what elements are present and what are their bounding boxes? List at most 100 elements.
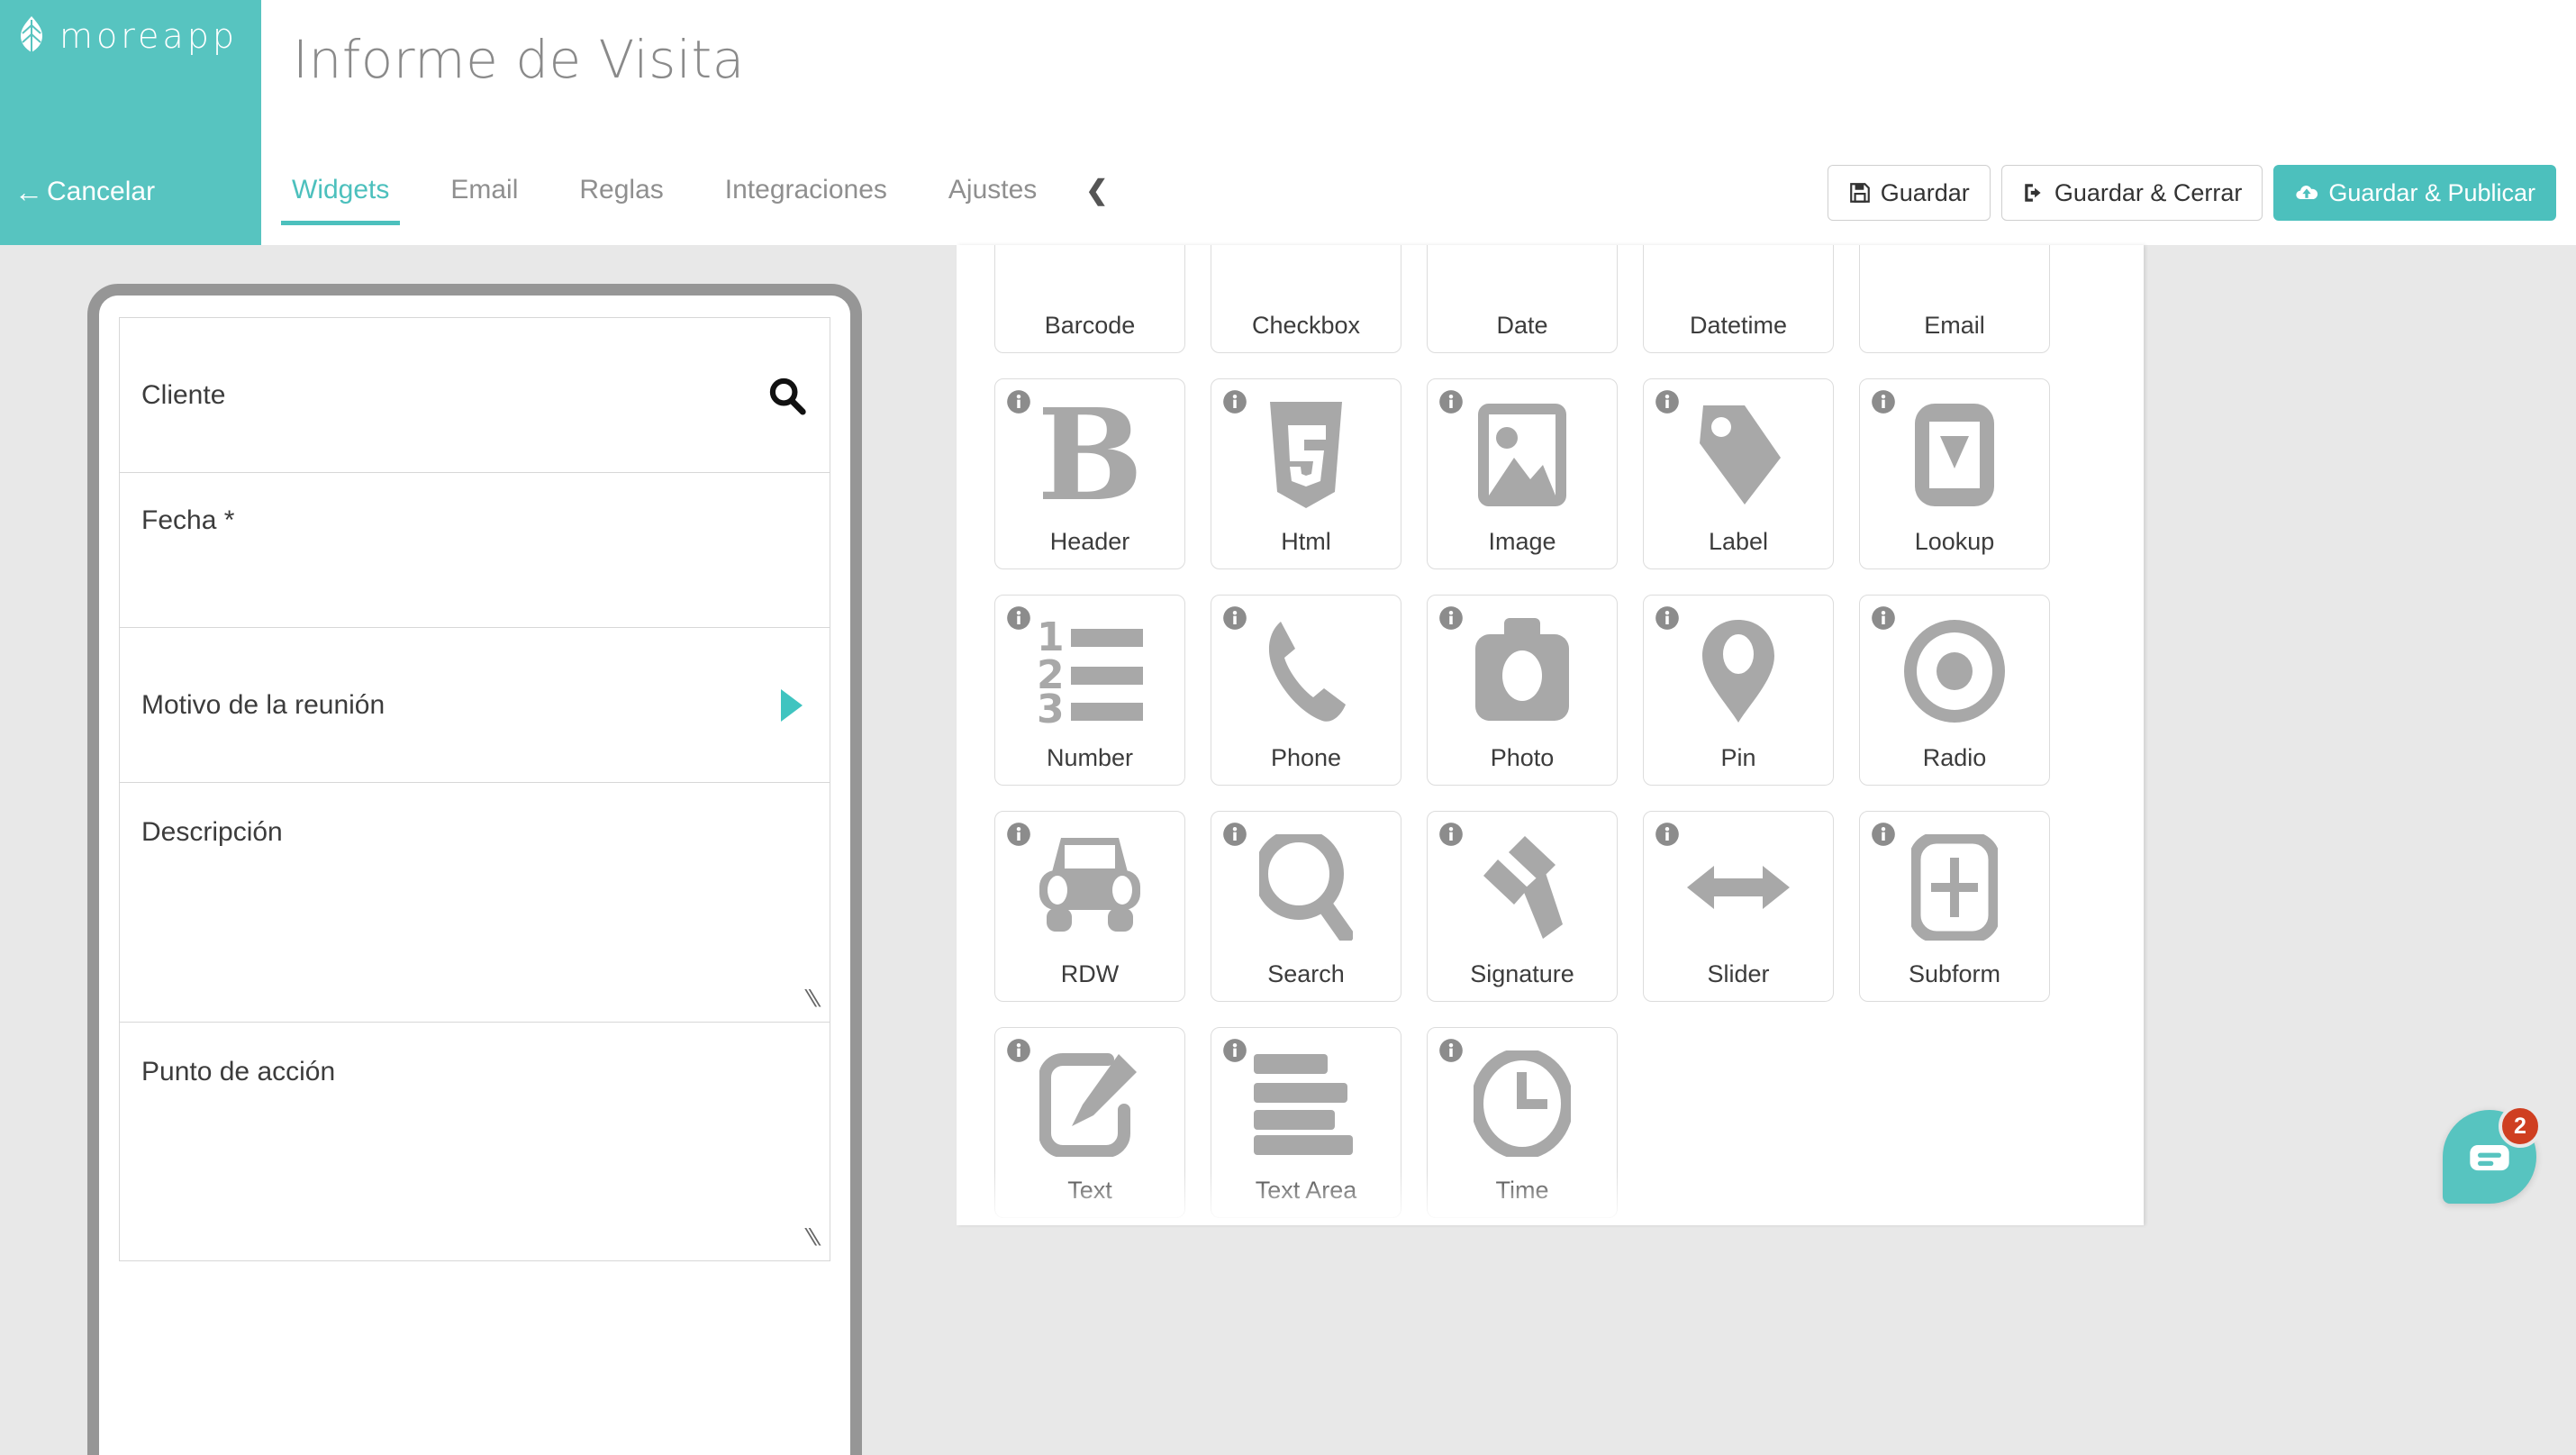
widget-card-image[interactable]: Image [1427,378,1618,569]
widget-card-photo[interactable]: Photo [1427,595,1618,786]
info-circle-icon[interactable] [1222,822,1247,847]
preview-field-descripcion[interactable]: Descripción ⁄⁄ [119,782,830,1022]
preview-field-fecha[interactable]: Fecha * [119,472,830,627]
widget-label: Email [1924,312,1985,339]
page-title: Informe de Visita [293,29,745,90]
field-label: Punto de acción [141,1057,336,1087]
info-circle-icon[interactable] [1006,605,1031,631]
info-circle-icon[interactable] [1438,1038,1464,1063]
widget-card-date[interactable]: Date [1427,245,1618,353]
save-and-close-button[interactable]: Guardar & Cerrar [2000,165,2263,221]
tab-integraciones[interactable]: Integraciones [694,162,918,225]
cloud-upload-icon [2296,186,2318,199]
info-circle-icon[interactable] [1871,389,1896,414]
field-label: Motivo de la reunión [141,689,385,720]
widget-card-pin[interactable]: Pin [1643,595,1834,786]
widget-label: Subform [1908,960,2001,987]
save-button[interactable]: Guardar [1827,165,1991,221]
info-circle-icon[interactable] [1006,822,1031,847]
info-circle-icon[interactable] [1222,389,1247,414]
svg-text:3: 3 [1037,687,1065,724]
widget-card-email[interactable]: Email [1859,245,2050,353]
widget-label: Image [1488,528,1556,555]
info-circle-icon[interactable] [1438,822,1464,847]
info-circle-icon[interactable] [1222,1038,1247,1063]
tab-reglas[interactable]: Reglas [549,162,694,225]
chat-launcher-button[interactable]: 2 [2443,1105,2542,1204]
widget-card-label[interactable]: Label [1643,378,1834,569]
widget-card-rdw[interactable]: RDW [994,811,1185,1002]
resize-grip-icon[interactable]: ⁄⁄ [809,986,817,1013]
widget-card-barcode[interactable]: Barcode [994,245,1185,353]
widget-card-checkbox[interactable]: Checkbox [1211,245,1401,353]
widget-label: Radio [1922,744,1987,771]
save-button-label: Guardar [1880,178,1970,206]
info-circle-icon[interactable] [1222,605,1247,631]
widget-card-header[interactable]: B Header [994,378,1185,569]
widget-label: Barcode [1044,312,1136,339]
widget-label: Number [1046,744,1134,771]
info-circle-icon[interactable] [1438,389,1464,414]
info-circle-icon[interactable] [1006,389,1031,414]
widget-card-datetime[interactable]: Datetime [1643,245,1834,353]
widget-label: Signature [1470,960,1574,987]
widget-palette-panel: Barcode Checkbox Date Datetime Email B H… [957,245,2144,1225]
form-preview-phone: Cliente Fecha * Motivo de la reunión Des… [87,284,862,1455]
leaf-icon [21,16,42,56]
info-circle-icon[interactable] [1655,389,1680,414]
preview-field-cliente[interactable]: Cliente [119,317,830,472]
tab-ajustes[interactable]: Ajustes [918,162,1067,225]
preview-field-motivo[interactable]: Motivo de la reunión [119,627,830,782]
widget-card-slider[interactable]: Slider [1643,811,1834,1002]
widget-card-time[interactable]: Time [1427,1027,1618,1218]
save-and-publish-label: Guardar & Publicar [2328,178,2535,206]
resize-grip-icon[interactable]: ⁄⁄ [809,1224,817,1251]
widget-label: Html [1281,528,1331,555]
widget-grid: Barcode Checkbox Date Datetime Email B H… [957,245,2144,1218]
tab-email[interactable]: Email [420,162,549,225]
brand-logo: moreapp [16,16,238,56]
widget-card-number[interactable]: 1 2 3 Number [994,595,1185,786]
search-icon[interactable] [766,375,808,416]
widget-card-phone[interactable]: Phone [1211,595,1401,786]
save-and-publish-button[interactable]: Guardar & Publicar [2273,165,2556,221]
svg-text:B: B [1043,402,1137,508]
widget-card-subform[interactable]: Subform [1859,811,2050,1002]
info-circle-icon[interactable] [1655,822,1680,847]
widget-card-html[interactable]: Html [1211,378,1401,569]
widget-label: Phone [1270,744,1342,771]
preview-field-punto-de-accion[interactable]: Punto de acción ⁄⁄ [119,1022,830,1261]
widget-label: Date [1496,312,1548,339]
info-circle-icon[interactable] [1871,605,1896,631]
widget-card-search[interactable]: Search [1211,811,1401,1002]
brand-panel: moreapp ← Cancelar [0,0,261,245]
field-label: Descripción [141,817,283,847]
sign-out-icon [2025,184,2041,202]
widget-label: Photo [1490,744,1555,771]
tab-widgets[interactable]: Widgets [261,162,420,225]
play-triangle-icon[interactable] [776,687,808,724]
widget-label: RDW [1060,960,1120,987]
widget-card-signature[interactable]: Signature [1427,811,1618,1002]
cancel-button[interactable]: ← Cancelar [14,177,155,207]
widget-card-radio[interactable]: Radio [1859,595,2050,786]
widget-label: Lookup [1914,528,1995,555]
field-label: Fecha * [141,505,235,535]
info-circle-icon[interactable] [1006,1038,1031,1063]
tab-bar: Widgets Email Reglas Integraciones Ajust… [261,162,1126,245]
widget-card-text-area[interactable]: Text Area [1211,1027,1401,1218]
widget-label: Checkbox [1251,312,1361,339]
chevron-left-icon[interactable]: ❮ [1067,162,1126,226]
widget-card-lookup[interactable]: Lookup [1859,378,2050,569]
info-circle-icon[interactable] [1438,605,1464,631]
widget-label: Pin [1720,744,1756,771]
field-label: Cliente [141,379,226,410]
brand-name: moreapp [59,16,238,56]
info-circle-icon[interactable] [1655,605,1680,631]
info-circle-icon[interactable] [1871,822,1896,847]
preview-form-list: Cliente Fecha * Motivo de la reunión Des… [99,296,850,1261]
widget-card-text[interactable]: Text [994,1027,1185,1218]
workspace: Cliente Fecha * Motivo de la reunión Des… [0,245,2576,1455]
widget-label: Slider [1707,960,1770,987]
widget-label: Datetime [1689,312,1788,339]
